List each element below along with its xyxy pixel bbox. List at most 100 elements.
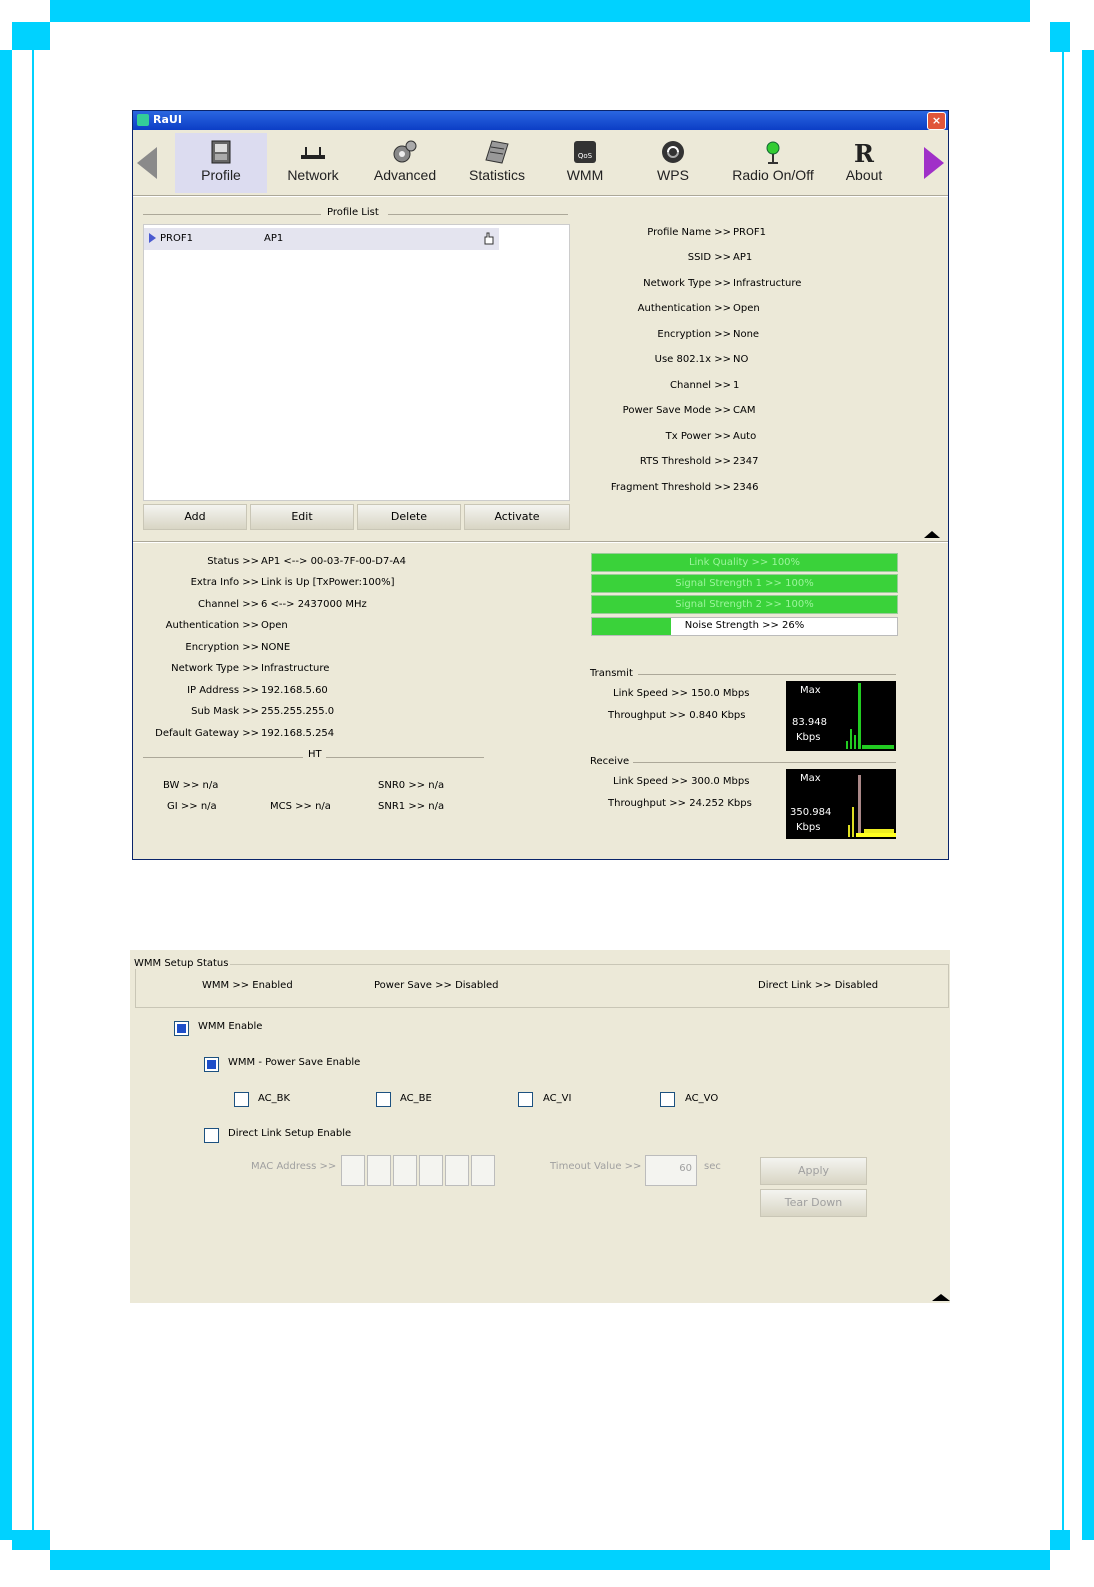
wmm-enable-label: WMM Enable (198, 1021, 263, 1032)
status-value: AP1 <--> 00-03-7F-00-D7-A4 (261, 556, 406, 567)
status-label: Default Gateway >> (155, 728, 259, 739)
tab-network-label: Network (287, 167, 339, 183)
ht-snr1: SNR1 >> n/a (378, 801, 445, 812)
profile-row[interactable]: PROF1 AP1 (144, 228, 499, 250)
ac-vi-checkbox[interactable] (518, 1092, 533, 1107)
detail-value: 2346 (733, 482, 759, 493)
status-value: Link is Up [TxPower:100%] (261, 577, 395, 588)
wmm-status: WMM >> Enabled (202, 980, 293, 991)
profile-list-rule-right (388, 214, 568, 215)
ac-be-checkbox[interactable] (376, 1092, 391, 1107)
page-frame-top (50, 0, 1030, 22)
tab-about[interactable]: R About (831, 133, 897, 193)
close-button[interactable]: × (927, 112, 946, 130)
profile-list-rule-left (143, 214, 321, 215)
mac-address-field-4[interactable] (419, 1155, 443, 1186)
profile-icon (211, 140, 231, 164)
detail-value: PROF1 (733, 227, 766, 238)
status-value: NONE (261, 642, 291, 653)
profile-row-name: PROF1 (160, 233, 193, 244)
detail-label: Channel >> (670, 380, 731, 391)
ht-mcs: MCS >> n/a (270, 801, 331, 812)
timeout-unit: sec (704, 1161, 721, 1172)
tab-radio[interactable]: Radio On/Off (721, 133, 825, 193)
mac-address-field-1[interactable] (341, 1155, 365, 1186)
detail-label: Profile Name >> (647, 227, 731, 238)
statistics-icon (485, 140, 509, 164)
receive-graph-plot (848, 775, 896, 837)
tab-wps[interactable]: WPS (633, 133, 713, 193)
detail-value: 2347 (733, 456, 759, 467)
svg-text:QoS: QoS (578, 152, 593, 160)
ac-vo-label: AC_VO (685, 1093, 719, 1104)
page-frame-left (0, 50, 12, 1540)
wps-icon (662, 141, 684, 163)
detail-label: Authentication >> (637, 303, 731, 314)
detail-label: Fragment Threshold >> (610, 482, 731, 493)
ac-bk-label: AC_BK (258, 1093, 291, 1104)
power-save-enable-checkbox[interactable] (204, 1057, 219, 1072)
link-quality-bar: Link Quality >> 100% (591, 553, 898, 572)
receive-rule (633, 762, 896, 763)
tab-statistics[interactable]: Statistics (453, 133, 541, 193)
transmit-link-speed: Link Speed >> 150.0 Mbps (613, 688, 750, 699)
status-label: Channel >> (198, 599, 259, 610)
edit-button[interactable]: Edit (250, 504, 354, 530)
ht-gi: GI >> n/a (167, 801, 217, 812)
tab-wmm-label: WMM (566, 167, 604, 183)
toolbar: Profile Network Advanced Statistics QoS … (133, 131, 948, 195)
status-value: 192.168.5.60 (261, 685, 328, 696)
detail-label: Tx Power >> (665, 431, 731, 442)
timeout-label: Timeout Value >> (550, 1161, 642, 1172)
mac-address-field-2[interactable] (367, 1155, 391, 1186)
back-arrow-icon[interactable] (137, 147, 157, 179)
tab-wps-label: WPS (657, 167, 689, 183)
page-corner-tr (1050, 22, 1070, 52)
status-value: 6 <--> 2437000 MHz (261, 599, 367, 610)
receive-link-speed: Link Speed >> 300.0 Mbps (613, 776, 750, 787)
ac-vi-label: AC_VI (543, 1093, 572, 1104)
transmit-title: Transmit (590, 668, 633, 679)
tab-profile-label: Profile (201, 167, 241, 183)
delete-button[interactable]: Delete (357, 504, 461, 530)
mac-address-field-5[interactable] (445, 1155, 469, 1186)
about-icon: R (854, 139, 875, 165)
ac-vo-checkbox[interactable] (660, 1092, 675, 1107)
transmit-rule (638, 674, 896, 675)
mac-address-field-6[interactable] (471, 1155, 495, 1186)
direct-link-setup-checkbox[interactable] (204, 1128, 219, 1143)
status-label: Sub Mask >> (191, 706, 259, 717)
direct-link-status: Direct Link >> Disabled (758, 980, 879, 991)
detail-value: CAM (733, 405, 756, 416)
tab-advanced[interactable]: Advanced (361, 133, 449, 193)
status-value: Open (261, 620, 288, 631)
tab-profile[interactable]: Profile (175, 133, 267, 193)
add-button[interactable]: Add (143, 504, 247, 530)
detail-label: Encryption >> (657, 329, 731, 340)
forward-arrow-icon[interactable] (924, 147, 944, 179)
tab-network[interactable]: Network (269, 133, 357, 193)
timeout-input[interactable]: 60 (645, 1155, 697, 1186)
mac-address-field-3[interactable] (393, 1155, 417, 1186)
ht-title: HT (308, 749, 322, 760)
collapse-arrow-icon[interactable] (932, 1294, 950, 1301)
status-value: 255.255.255.0 (261, 706, 335, 717)
svg-text:R: R (854, 139, 875, 165)
page-corner-tl (12, 22, 50, 50)
collapse-arrow-icon[interactable] (924, 531, 940, 538)
signal-strength-1-bar: Signal Strength 1 >> 100% (591, 574, 898, 593)
tab-wmm[interactable]: QoS WMM (545, 133, 625, 193)
tear-down-button[interactable]: Tear Down (760, 1189, 867, 1217)
raui-window: RaUI × Profile Network Advanced Statisti… (132, 110, 949, 860)
signal-strength-2-bar: Signal Strength 2 >> 100% (591, 595, 898, 614)
activate-button[interactable]: Activate (464, 504, 570, 530)
apply-button[interactable]: Apply (760, 1157, 867, 1185)
ac-be-label: AC_BE (400, 1093, 432, 1104)
tab-statistics-label: Statistics (468, 167, 525, 183)
window-title: RaUI (153, 113, 182, 126)
detail-value: AP1 (733, 252, 753, 263)
ac-bk-checkbox[interactable] (234, 1092, 249, 1107)
wmm-enable-checkbox[interactable] (174, 1021, 189, 1036)
detail-value: Infrastructure (733, 278, 802, 289)
wmm-icon: QoS (574, 141, 596, 163)
